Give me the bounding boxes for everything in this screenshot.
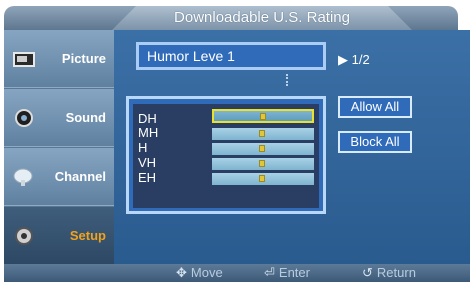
rating-row-label: DH [138,111,157,126]
move-icon: ✥ [176,265,187,280]
lock-icon [259,160,265,167]
picture-icon [13,52,35,67]
sidebar: Picture Sound Channel Setup [4,30,114,265]
rating-cell-dh[interactable] [212,109,314,123]
sidebar-item-picture[interactable]: Picture [4,30,114,88]
rating-row-label: EH [138,170,157,185]
sidebar-item-label: Channel [54,169,106,184]
page-number: 1/2 [351,52,370,67]
rating-cell-mh[interactable] [212,128,314,140]
block-all-button[interactable]: Block All [338,131,412,153]
play-icon: ▶ [338,52,348,67]
lock-icon [259,175,265,182]
rating-row-label: H [138,140,148,155]
return-icon: ↺ [362,265,373,280]
sound-icon [15,109,33,127]
sidebar-item-setup[interactable]: Setup [4,207,114,265]
channel-icon [13,168,33,186]
move-label: Move [190,265,223,280]
rating-row-label: MH [138,125,159,140]
sidebar-item-channel[interactable]: Channel [4,148,114,206]
page-indicator: ▶ 1/2 [338,52,370,68]
rating-selector[interactable]: Humor Leve 1 [136,42,326,70]
lock-icon [260,113,266,120]
rating-cell-eh[interactable] [212,173,314,185]
lock-icon [259,145,265,152]
rating-row-label: VH [138,155,157,170]
sidebar-item-label: Sound [65,110,106,125]
rating-cell-vh[interactable] [212,158,314,170]
scroll-dots [286,74,288,86]
return-label: Return [376,265,416,280]
rating-cell-h[interactable] [212,143,314,155]
enter-icon: ⏎ [264,265,275,280]
page-title: Downloadable U.S. Rating [174,9,350,26]
sidebar-item-label: Picture [61,51,106,66]
sidebar-item-label: Setup [69,228,106,243]
allow-all-button[interactable]: Allow All [338,96,412,118]
return-hint: ↺ Return [362,265,416,281]
setup-icon [15,227,33,245]
lock-icon [259,130,265,137]
move-hint: ✥ Move [176,265,223,281]
sidebar-item-sound[interactable]: Sound [4,89,114,147]
enter-hint: ⏎ Enter [264,265,310,281]
enter-label: Enter [278,265,310,280]
